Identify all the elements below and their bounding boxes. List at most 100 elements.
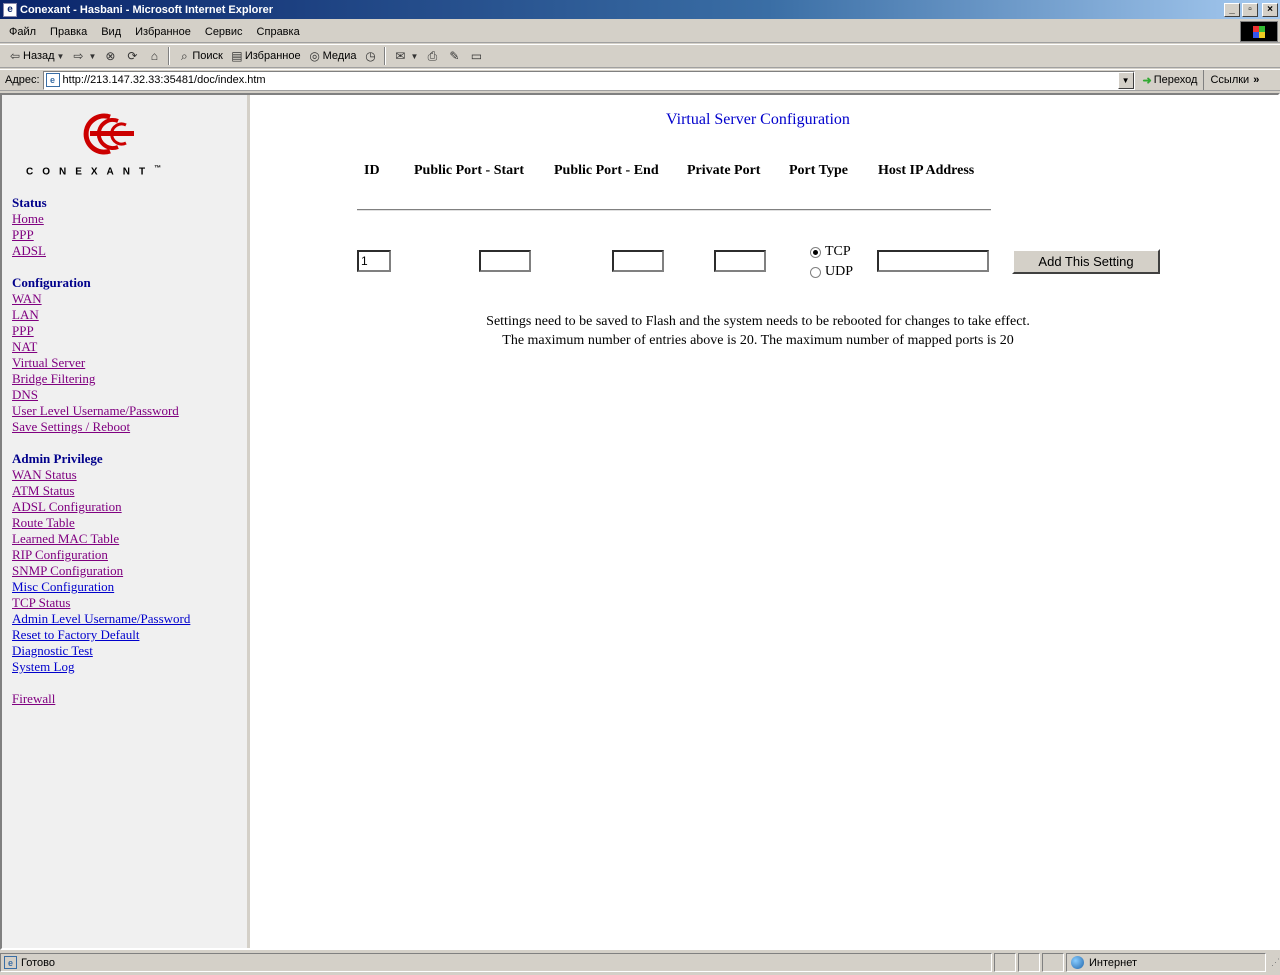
page-icon: e (45, 73, 60, 87)
sidebar-frame: CONEXANT™ Status Home PPP ADSL Configuration… (2, 95, 250, 948)
nav-link-diagnostic-test[interactable]: Diagnostic Test (12, 643, 190, 659)
nav-link-lan[interactable]: LAN (12, 307, 190, 323)
radio-tcp[interactable]: TCP (810, 244, 851, 260)
back-dropdown-icon[interactable]: ▼ (57, 52, 65, 61)
history-button[interactable]: ◷ (359, 46, 381, 66)
public-port-start-input[interactable] (479, 250, 531, 272)
note-flash-reboot: Settings need to be saved to Flash and t… (486, 314, 1030, 329)
refresh-button[interactable]: ⟳ (121, 46, 143, 66)
nav-link-firewall[interactable]: Firewall (12, 691, 190, 707)
address-field[interactable]: e http://213.147.32.33:35481/doc/index.h… (42, 70, 1135, 90)
window-controls: _ ▫ × (1224, 2, 1278, 17)
header-id: ID (364, 163, 380, 178)
media-button[interactable]: ◎ Медиа (304, 46, 360, 66)
header-divider (357, 209, 991, 211)
radio-tcp-label: TCP (825, 244, 851, 259)
media-label: Медиа (322, 50, 357, 62)
menu-edit[interactable]: Правка (43, 26, 94, 38)
add-setting-button[interactable]: Add This Setting (1012, 249, 1160, 274)
nav-link-home[interactable]: Home (12, 211, 190, 227)
resize-grip-icon[interactable]: ⋰ (1266, 953, 1280, 972)
menu-tools[interactable]: Сервис (198, 26, 250, 38)
stop-button[interactable]: ⊗ (99, 46, 121, 66)
nav-link-bridge-filtering[interactable]: Bridge Filtering (12, 371, 190, 387)
menu-view[interactable]: Вид (94, 26, 128, 38)
nav-link-user-level-username-password[interactable]: User Level Username/Password (12, 403, 190, 419)
public-port-end-input[interactable] (612, 250, 664, 272)
nav-link-dns[interactable]: DNS (12, 387, 190, 403)
nav-heading: Configuration (12, 275, 91, 290)
address-dropdown-icon[interactable]: ▼ (1117, 71, 1134, 89)
ie-page-icon: e (4, 956, 17, 969)
forward-button[interactable]: ⇨ ▼ (67, 46, 99, 66)
radio-udp-button[interactable] (810, 266, 821, 278)
nav-link-ppp[interactable]: PPP (12, 323, 190, 339)
status-text-pane: e Готово (0, 953, 992, 972)
nav-heading: Status (12, 195, 47, 210)
nav-link-learned-mac-table[interactable]: Learned MAC Table (12, 531, 190, 547)
zone-label: Интернет (1089, 956, 1137, 969)
nav-link-atm-status[interactable]: ATM Status (12, 483, 190, 499)
forward-dropdown-icon[interactable]: ▼ (88, 52, 96, 61)
menu-file[interactable]: Файл (2, 26, 43, 38)
nav-link-adsl-configuration[interactable]: ADSL Configuration (12, 499, 190, 515)
nav-link-route-table[interactable]: Route Table (12, 515, 190, 531)
nav-link-virtual-server[interactable]: Virtual Server (12, 355, 190, 371)
nav-link-adsl[interactable]: ADSL (12, 243, 190, 259)
edit-button[interactable]: ✎ (443, 46, 465, 66)
menu-help[interactable]: Справка (250, 26, 307, 38)
nav-link-wan-status[interactable]: WAN Status (12, 467, 190, 483)
home-button[interactable]: ⌂ (143, 46, 165, 66)
host-ip-input[interactable] (877, 250, 989, 272)
maximize-button[interactable]: ▫ (1242, 2, 1258, 17)
minimize-button[interactable]: _ (1224, 2, 1240, 17)
main-frame: Virtual Server Configuration ID Public P… (253, 95, 1278, 948)
radio-tcp-button[interactable] (810, 246, 821, 258)
nav-link-nat[interactable]: NAT (12, 339, 190, 355)
mail-icon: ✉ (395, 49, 406, 63)
id-input[interactable]: 1 (357, 250, 391, 272)
address-url[interactable]: http://213.147.32.33:35481/doc/index.htm (63, 74, 1118, 86)
private-port-input[interactable] (714, 250, 766, 272)
links-button[interactable]: Ссылки » (1203, 70, 1263, 90)
menu-favorites[interactable]: Избранное (128, 26, 198, 38)
ie-app-icon[interactable]: e (3, 2, 17, 17)
favorites-button[interactable]: ▤ Избранное (226, 46, 304, 66)
back-button[interactable]: ⇦ Назад ▼ (4, 46, 67, 66)
windows-throbber (1240, 21, 1278, 42)
favorites-folder-icon: ▤ (231, 49, 243, 63)
back-arrow-icon: ⇦ (9, 49, 21, 63)
discuss-icon: ▭ (470, 49, 483, 63)
nav-link-system-log[interactable]: System Log (12, 659, 190, 675)
security-zone[interactable]: Интернет (1066, 953, 1266, 972)
nav-link-save-settings-reboot[interactable]: Save Settings / Reboot (12, 419, 190, 435)
page-content: CONEXANT™ Status Home PPP ADSL Configuration… (0, 93, 1280, 950)
nav-link-ppp[interactable]: PPP (12, 227, 190, 243)
mail-button[interactable]: ✉ ▼ (389, 46, 421, 66)
print-button[interactable]: ⎙ (421, 46, 443, 66)
search-icon: ⌕ (181, 48, 188, 63)
nav-link-snmp-configuration[interactable]: SNMP Configuration (12, 563, 190, 579)
nav-link-misc-configuration[interactable]: Misc Configuration (12, 579, 190, 595)
nav-link-reset-to-factory-default[interactable]: Reset to Factory Default (12, 627, 190, 643)
status-bar: e Готово Интернет ⋰ (0, 952, 1280, 973)
nav-link-rip-configuration[interactable]: RIP Configuration (12, 547, 190, 563)
nav-link-tcp-status[interactable]: TCP Status (12, 595, 190, 611)
discuss-button[interactable]: ▭ (465, 46, 487, 66)
close-button[interactable]: × (1262, 2, 1278, 17)
nav-link-admin-level-username-password[interactable]: Admin Level Username/Password (12, 611, 190, 627)
chevron-right-icon[interactable]: » (1253, 74, 1259, 86)
go-arrow-icon: ➜ (1142, 74, 1152, 87)
conexant-c-logo-icon (83, 113, 134, 155)
mail-dropdown-icon[interactable]: ▼ (410, 52, 418, 61)
radio-udp[interactable]: UDP (810, 264, 853, 280)
search-button[interactable]: ⌕ Поиск (173, 46, 225, 66)
address-bar: Адрес: e http://213.147.32.33:35481/doc/… (0, 69, 1280, 91)
address-label: Адрес: (5, 74, 40, 86)
back-label: Назад (23, 50, 55, 62)
standard-toolbar: ⇦ Назад ▼ ⇨ ▼ ⊗ ⟳ ⌂ ⌕ Поиск ▤ Избранное … (0, 44, 1280, 68)
nav-link-wan[interactable]: WAN (12, 291, 190, 307)
menu-bar: Файл Правка Вид Избранное Сервис Справка (0, 21, 1280, 43)
status-text: Готово (21, 956, 55, 969)
go-button[interactable]: ➜ Переход (1135, 74, 1204, 87)
